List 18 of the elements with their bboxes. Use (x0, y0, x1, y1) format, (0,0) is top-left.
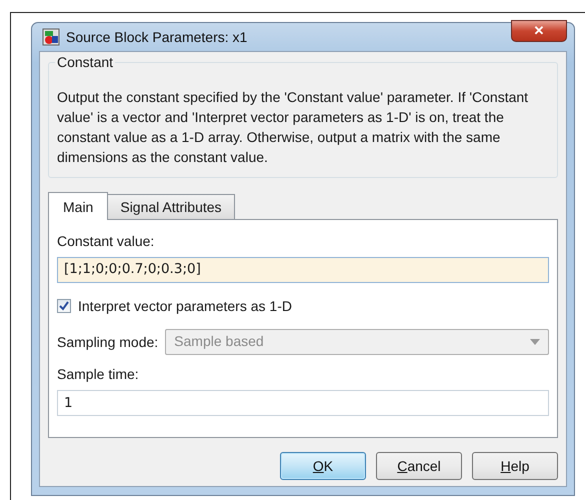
checkbox[interactable] (57, 298, 71, 312)
tab[interactable]: Signal Attributes (107, 194, 235, 219)
checkbox-label: Interpret vector parameters as 1-D (78, 296, 292, 314)
input-field[interactable]: [1;1;0;0;0.7;0;0.3;0] (57, 256, 549, 282)
field-label: Constant value: (57, 232, 156, 250)
description-text: Output the constant specified by the 'Constant value' parameter. If 'Constant value' is a vector and 'Interpret vector parameters as 1-D' is on, treat the constant value as a 1-D array. Otherwise, output a matrix with the same dimensions as the constant value. (57, 88, 530, 167)
field-label: Sample time: (57, 365, 140, 383)
input-field[interactable]: 1 (57, 390, 549, 416)
dialog-button[interactable]: Help (472, 452, 558, 480)
close-button[interactable]: ✕ (511, 20, 567, 42)
dialog-button[interactable]: OK (280, 452, 366, 480)
tab[interactable]: Main (48, 192, 108, 220)
block-icon (42, 28, 60, 46)
window-title: Source Block Parameters: x1 (66, 28, 248, 46)
dialog-button[interactable]: Cancel (376, 452, 462, 480)
group-title: Constant (55, 54, 116, 70)
field-label: Sampling mode: (57, 332, 158, 350)
dropdown-arrow-icon (530, 338, 540, 344)
